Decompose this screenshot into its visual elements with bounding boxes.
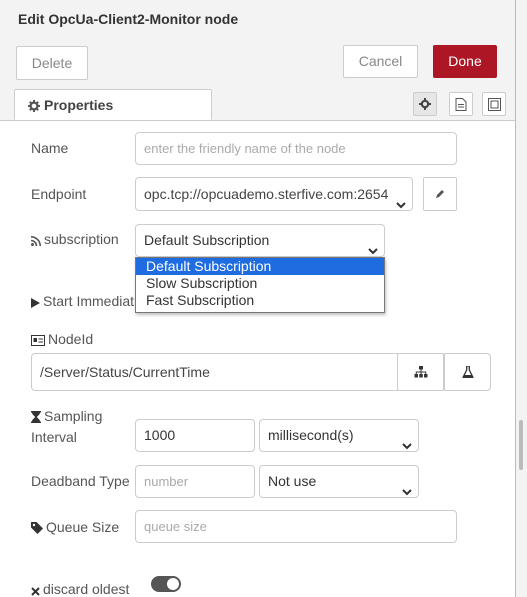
gear-icon <box>28 97 44 113</box>
tag-icon <box>31 519 46 535</box>
hourglass-icon <box>31 408 44 424</box>
tab-properties-label: Properties <box>44 97 114 113</box>
rss-icon <box>30 231 44 247</box>
tab-bar: Properties <box>0 88 515 121</box>
tab-description[interactable] <box>449 92 473 116</box>
close-icon <box>31 581 43 597</box>
play-icon <box>31 293 43 309</box>
discard-oldest-toggle[interactable] <box>151 576 181 592</box>
deadband-type-value: Not use <box>268 473 317 489</box>
sampling-interval-label: Sampling Interval <box>31 406 102 448</box>
test-nodeid-button[interactable] <box>444 353 491 391</box>
queue-size-label-text: Queue Size <box>46 519 120 535</box>
tab-settings[interactable] <box>413 92 437 116</box>
queue-size-input[interactable]: queue size <box>135 510 457 543</box>
chevron-down-icon <box>368 236 378 257</box>
queue-size-label: Queue Size <box>31 519 119 535</box>
subscription-value: Default Subscription <box>144 232 270 248</box>
nodeid-label: NodeId <box>31 331 93 347</box>
tab-appearance[interactable] <box>482 92 506 116</box>
nodeid-input[interactable]: /Server/Status/CurrentTime <box>31 353 398 391</box>
chevron-down-icon <box>402 431 412 452</box>
discard-oldest-text: discard oldest <box>43 581 130 597</box>
nodeid-label-text: NodeId <box>48 331 94 347</box>
deadband-value-input[interactable]: number <box>135 465 255 498</box>
tray-toolbar: Delete Cancel Done <box>0 38 515 88</box>
name-label: Name <box>31 140 69 156</box>
subscription-label-text: subscription <box>44 231 119 247</box>
delete-button[interactable]: Delete <box>16 46 88 80</box>
name-input[interactable]: enter the friendly name of the node <box>135 132 457 165</box>
subscription-option[interactable]: Fast Subscription <box>136 292 384 309</box>
workspace-scrollbar[interactable] <box>516 0 527 597</box>
subscription-dropdown-list: Default Subscription Slow Subscription F… <box>135 257 385 313</box>
scrollbar-thumb[interactable] <box>519 420 523 470</box>
start-immediately-label: Start Immediati <box>31 293 137 309</box>
sampling-label-line2: Interval <box>31 429 77 445</box>
toggle-knob <box>167 578 179 590</box>
id-card-icon <box>31 331 48 347</box>
subscription-select[interactable]: Default Subscription <box>135 224 385 257</box>
discard-oldest-label: discard oldest <box>31 581 129 597</box>
sampling-unit-value: millisecond(s) <box>268 427 354 443</box>
tray-header: Edit OpcUa-Client2-Monitor node <box>0 0 515 39</box>
properties-form: Name enter the friendly name of the node… <box>0 121 515 597</box>
deadband-type-label: Deadband Type <box>31 473 130 489</box>
chevron-down-icon <box>402 477 412 498</box>
sampling-interval-input[interactable]: 1000 <box>135 419 255 452</box>
endpoint-label: Endpoint <box>31 186 87 202</box>
edit-endpoint-button[interactable] <box>423 177 457 211</box>
endpoint-select[interactable]: opc.tcp://opcuademo.sterfive.com:2654 <box>135 177 413 211</box>
sampling-unit-select[interactable]: millisecond(s) <box>259 419 419 452</box>
deadband-type-select[interactable]: Not use <box>259 465 419 498</box>
tray-title: Edit OpcUa-Client2-Monitor node <box>18 11 239 27</box>
edit-node-tray: Edit OpcUa-Client2-Monitor node Delete C… <box>0 0 516 597</box>
start-immediately-text: Start Immediati <box>43 293 138 309</box>
subscription-label: subscription <box>30 231 119 247</box>
browse-nodeid-button[interactable] <box>397 353 444 391</box>
done-button[interactable]: Done <box>433 45 497 78</box>
tab-properties[interactable]: Properties <box>14 89 212 120</box>
chevron-down-icon <box>396 189 406 210</box>
subscription-option[interactable]: Slow Subscription <box>136 275 384 292</box>
endpoint-value: opc.tcp://opcuademo.sterfive.com:2654 <box>144 186 389 202</box>
cancel-button[interactable]: Cancel <box>343 45 418 78</box>
subscription-option[interactable]: Default Subscription <box>136 258 384 275</box>
sampling-label-line1: Sampling <box>44 408 103 424</box>
